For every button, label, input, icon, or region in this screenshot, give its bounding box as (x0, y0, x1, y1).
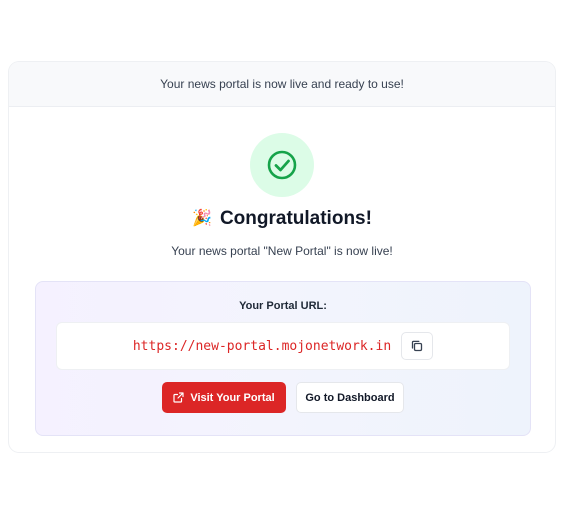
copy-icon (411, 340, 423, 352)
portal-url-label: Your Portal URL: (239, 300, 327, 312)
visit-portal-label: Visit Your Portal (190, 391, 275, 404)
copy-url-button[interactable] (401, 332, 434, 360)
external-link-icon (173, 392, 184, 403)
portal-url[interactable]: https://new-portal.mojonetwork.in (133, 339, 391, 354)
action-buttons: Visit Your Portal Go to Dashboard (36, 382, 530, 413)
portal-url-box: https://new-portal.mojonetwork.in (56, 322, 510, 370)
success-subtitle: Your news portal "New Portal" is now liv… (171, 244, 393, 258)
success-card: Your news portal is now live and ready t… (9, 62, 555, 452)
card-body: 🎉 Congratulations! Your news portal "New… (9, 107, 555, 452)
page-title: Congratulations! (219, 208, 372, 229)
portal-url-panel: Your Portal URL: https://new-portal.mojo… (35, 281, 531, 436)
header-message: Your news portal is now live and ready t… (160, 77, 404, 91)
party-popper-icon: 🎉 (192, 210, 212, 227)
visit-portal-button[interactable]: Visit Your Portal (162, 382, 286, 413)
go-to-dashboard-button[interactable]: Go to Dashboard (296, 382, 404, 413)
card-header: Your news portal is now live and ready t… (9, 62, 555, 107)
check-circle-icon (250, 133, 314, 197)
go-to-dashboard-label: Go to Dashboard (305, 391, 395, 404)
title-row: 🎉 Congratulations! (9, 208, 555, 230)
